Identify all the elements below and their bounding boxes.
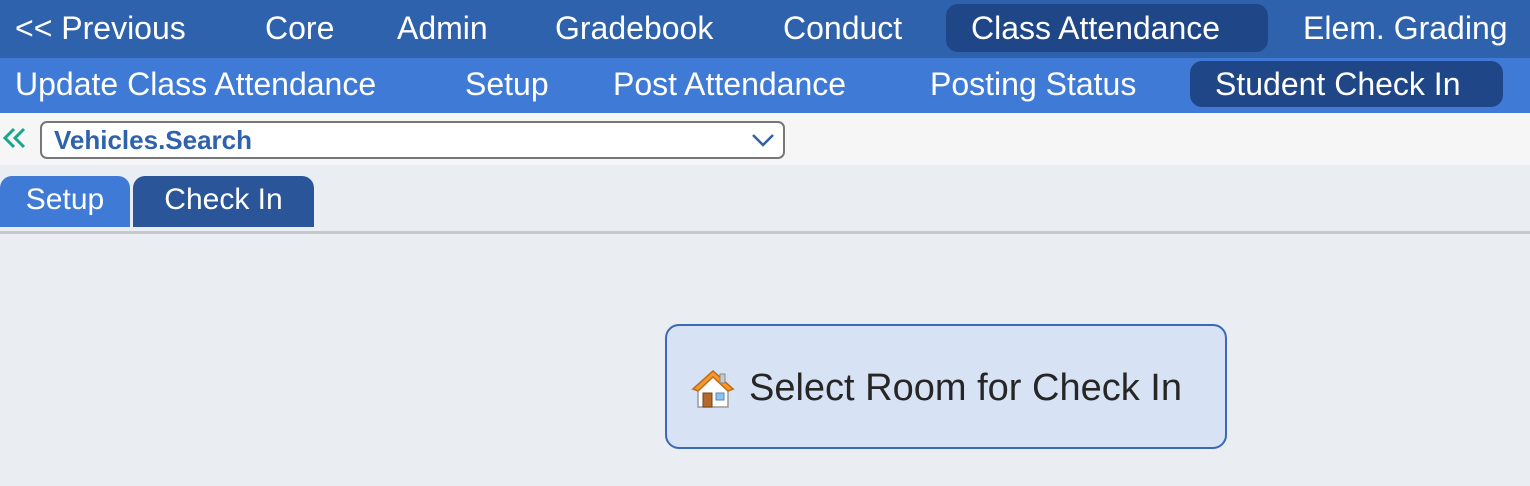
nav-elem-grading[interactable]: Elem. Grading <box>1278 4 1530 52</box>
subnav-student-check-in[interactable]: Student Check In <box>1190 61 1503 107</box>
double-chevron-left-icon[interactable] <box>0 123 30 153</box>
page-search-select[interactable]: Vehicles.Search <box>40 121 785 159</box>
subnav-posting-status[interactable]: Posting Status <box>905 61 1161 107</box>
select-room-label: Select Room for Check In <box>749 367 1182 409</box>
nav-conduct[interactable]: Conduct <box>758 4 927 52</box>
select-room-button[interactable]: Select Room for Check In <box>665 324 1227 449</box>
nav-core[interactable]: Core <box>240 4 359 52</box>
subnav-update-class-attendance[interactable]: Update Class Attendance <box>0 61 401 107</box>
house-icon <box>691 367 735 411</box>
page-search-value: Vehicles.Search <box>54 125 253 155</box>
nav-class-attendance[interactable]: Class Attendance <box>946 4 1268 52</box>
subnav-post-attendance[interactable]: Post Attendance <box>588 61 871 107</box>
nav-gradebook[interactable]: Gradebook <box>530 4 738 52</box>
chevron-down-icon <box>751 130 775 150</box>
sub-nav: Update Class Attendance Setup Post Atten… <box>0 58 1530 113</box>
top-nav: << Previous Core Admin Gradebook Conduct… <box>0 0 1530 58</box>
search-bar: Vehicles.Search <box>0 113 1530 165</box>
subnav-setup[interactable]: Setup <box>440 61 574 107</box>
tab-bar: Setup Check In <box>0 176 1530 234</box>
nav-admin[interactable]: Admin <box>372 4 513 52</box>
tab-setup[interactable]: Setup <box>0 176 130 227</box>
nav-previous-link[interactable]: << Previous <box>0 4 211 52</box>
tab-check-in[interactable]: Check In <box>133 176 314 227</box>
